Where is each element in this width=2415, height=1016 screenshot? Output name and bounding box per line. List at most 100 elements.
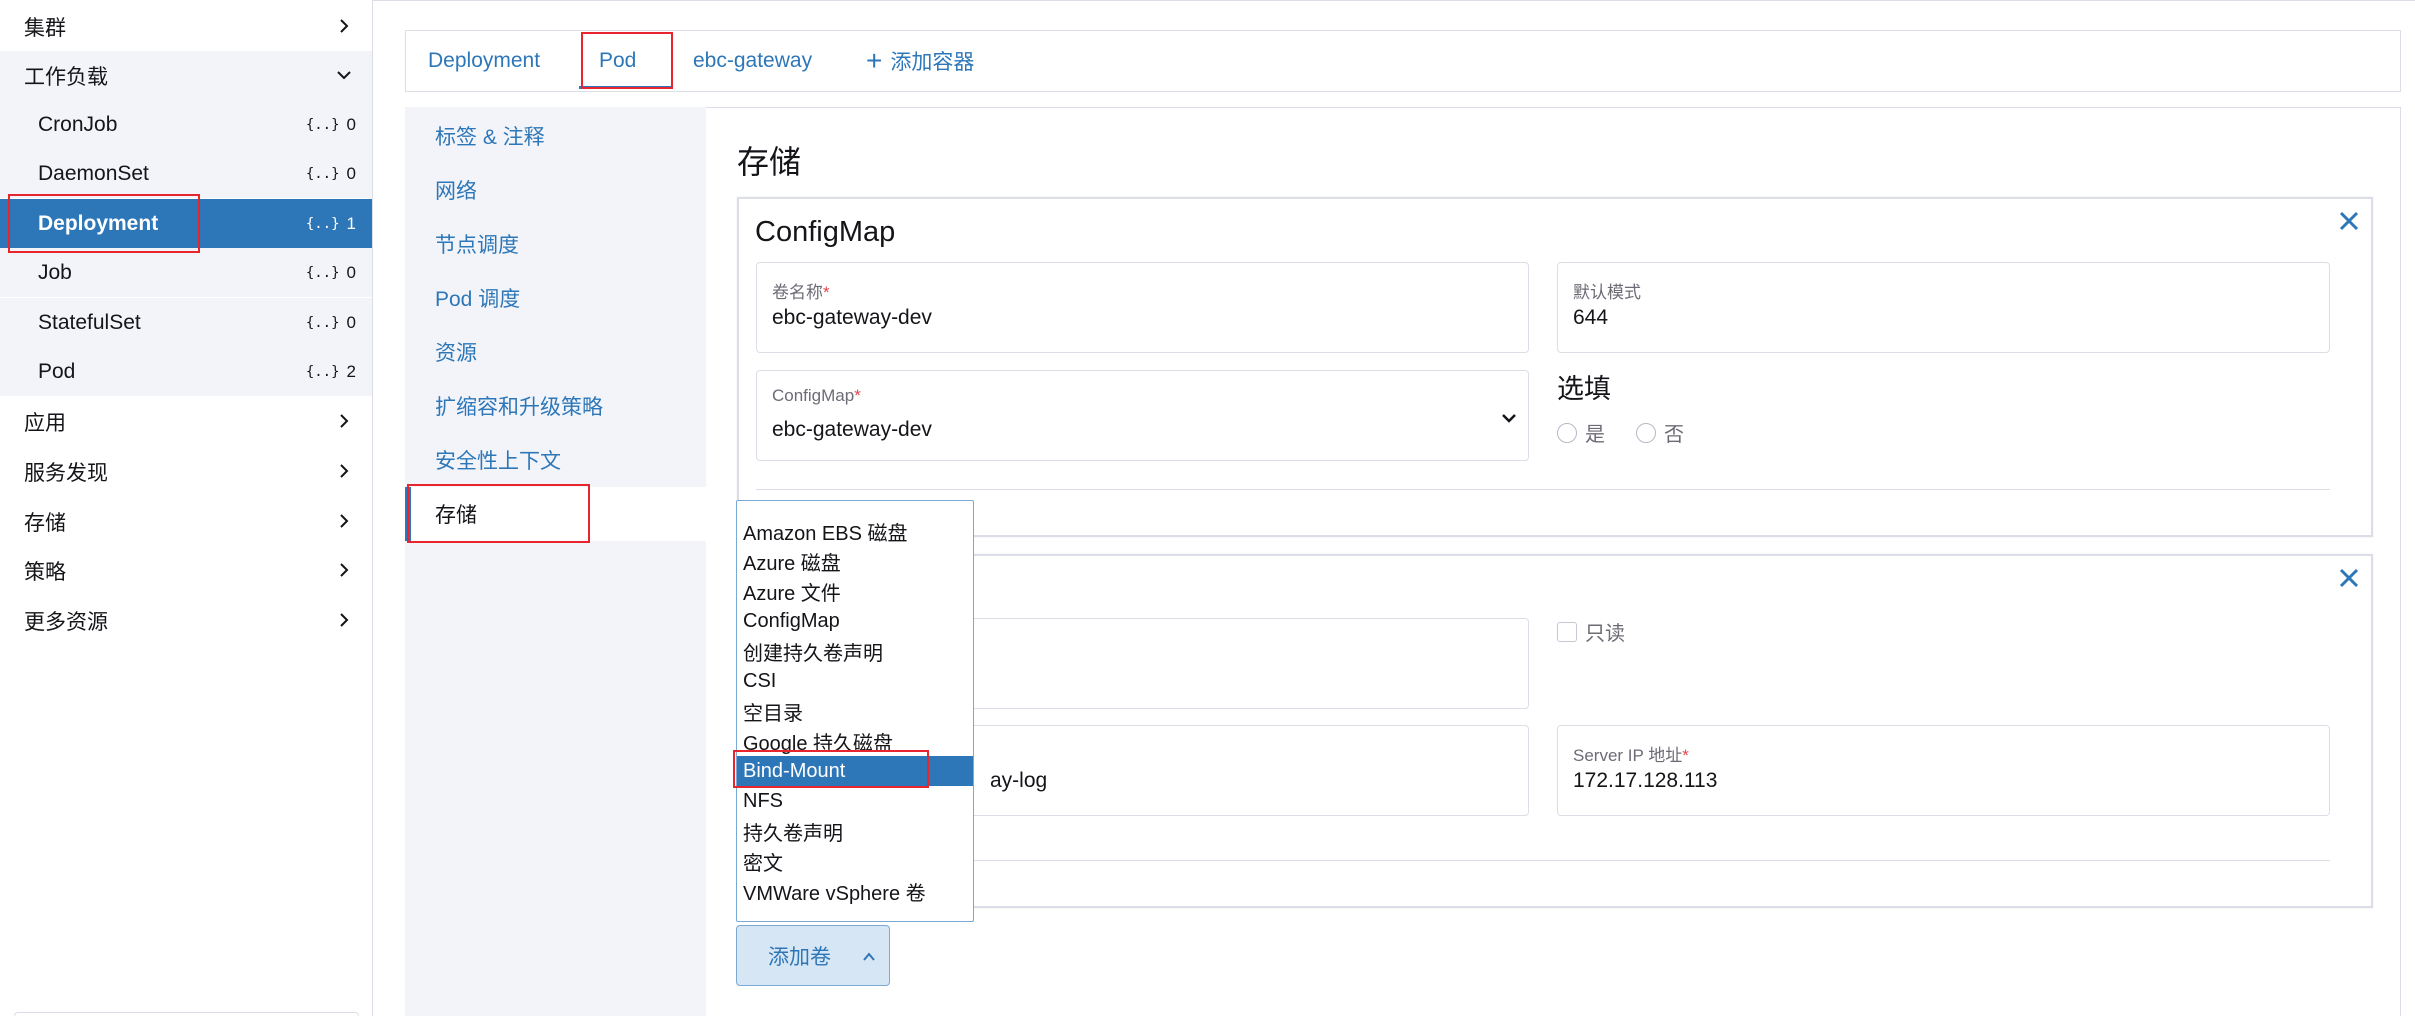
dropdown-option[interactable]: Azure 文件 <box>737 576 973 606</box>
resource-count: {..} 1 <box>305 213 356 233</box>
resource-count-icon: {..} <box>305 363 340 380</box>
sidebar-item-label: Pod <box>38 359 76 383</box>
volume-type-dropdown[interactable]: Amazon EBS 磁盘 Azure 磁盘 Azure 文件 ConfigMa… <box>736 500 974 922</box>
section-title: 存储 <box>737 144 802 180</box>
sidebar-item-policy[interactable]: 策略 <box>0 546 372 595</box>
chevron-down-icon <box>1500 409 1518 427</box>
resource-count: {..} 0 <box>305 163 356 183</box>
tab-deployment[interactable]: Deployment <box>428 31 540 91</box>
card-divider <box>756 860 2330 861</box>
sidebar-item-job[interactable]: Job {..} 0 <box>0 248 372 297</box>
dropdown-option[interactable]: 密文 <box>737 846 973 876</box>
dropdown-option[interactable]: NFS <box>737 786 973 816</box>
card-divider <box>756 489 2330 490</box>
resource-count: {..} 0 <box>305 262 356 282</box>
path-value: ay-log <box>990 769 1048 792</box>
sidebar-item-apps[interactable]: 应用 <box>0 397 372 446</box>
chevron-right-icon <box>334 511 354 531</box>
close-icon[interactable] <box>2337 566 2361 590</box>
sidebar-item-label: Deployment <box>38 211 159 235</box>
sidebar-item-label: 应用 <box>24 411 66 435</box>
sidebar-item-label: 更多资源 <box>24 610 108 634</box>
dropdown-option[interactable]: 持久卷声明 <box>737 816 973 846</box>
resource-count: {..} 2 <box>305 361 356 381</box>
dropdown-option[interactable]: 空目录 <box>737 696 973 726</box>
sidebar-item-deployment[interactable]: Deployment {..} 1 <box>0 199 372 248</box>
section-nav: 标签 & 注释 网络 节点调度 Pod 调度 资源 扩缩容和升级策略 安全性上下… <box>405 107 706 1016</box>
section-nav-labels[interactable]: 标签 & 注释 <box>405 109 706 163</box>
dropdown-option[interactable]: CSI <box>737 666 973 696</box>
sidebar-item-more-resources[interactable]: 更多资源 <box>0 596 372 645</box>
dropdown-option[interactable]: Google 持久磁盘 <box>737 726 973 756</box>
volume-card-configmap: ConfigMap 卷名称* ebc-gateway-dev 默认模式 644 … <box>737 197 2373 537</box>
resource-count-icon: {..} <box>305 264 340 281</box>
section-nav-storage[interactable]: 存储 <box>405 487 706 541</box>
sidebar-item-cluster[interactable]: 集群 <box>0 2 372 51</box>
chevron-right-icon <box>334 16 354 36</box>
optional-heading: 选填 <box>1557 374 1611 404</box>
readonly-checkbox[interactable]: 只读 <box>1557 617 1625 646</box>
section-nav-resources[interactable]: 资源 <box>405 325 706 379</box>
chevron-right-icon <box>334 560 354 580</box>
sidebar-item-daemonset[interactable]: DaemonSet {..} 0 <box>0 149 372 198</box>
tab-ebc-gateway[interactable]: ebc-gateway <box>693 31 812 91</box>
volume-name-field[interactable]: 卷名称* ebc-gateway-dev <box>756 262 1529 353</box>
dropdown-option[interactable]: 创建持久卷声明 <box>737 636 973 666</box>
server-ip-field[interactable]: Server IP 地址* 172.17.128.113 <box>1557 725 2330 816</box>
sidebar-item-label: 策略 <box>24 560 66 584</box>
dropdown-option-selected[interactable]: Bind-Mount <box>737 756 973 786</box>
resource-count-icon: {..} <box>305 116 340 133</box>
volume-name-value: ebc-gateway-dev <box>772 306 932 329</box>
sidebar-item-cronjob[interactable]: CronJob {..} 0 <box>0 100 372 149</box>
container-tabs: Deployment Pod ebc-gateway + 添加容器 <box>405 30 2401 92</box>
default-mode-field[interactable]: 默认模式 644 <box>1557 262 2330 353</box>
resource-count-icon: {..} <box>305 215 340 232</box>
active-tab-indicator <box>579 86 671 89</box>
sidebar-item-label: 工作负载 <box>24 65 108 89</box>
configmap-select[interactable]: ConfigMap* ebc-gateway-dev <box>756 370 1529 461</box>
default-mode-value: 644 <box>1573 306 1609 329</box>
sidebar-item-service-discovery[interactable]: 服务发现 <box>0 447 372 496</box>
optional-radio-no[interactable]: 否 <box>1636 418 1684 447</box>
sidebar-item-label: 存储 <box>24 511 66 535</box>
sidebar-item-workloads[interactable]: 工作负载 <box>0 51 372 100</box>
dropdown-option[interactable]: ConfigMap <box>737 606 973 636</box>
sidebar-item-storage[interactable]: 存储 <box>0 497 372 546</box>
resource-count: {..} 0 <box>305 114 356 134</box>
optional-radio-yes[interactable]: 是 <box>1557 418 1605 447</box>
chevron-right-icon <box>334 411 354 431</box>
top-border <box>373 0 2415 1</box>
sidebar-item-label: 服务发现 <box>24 461 108 485</box>
tab-pod[interactable]: Pod <box>599 31 636 91</box>
sidebar-item-statefulset[interactable]: StatefulSet {..} 0 <box>0 298 372 347</box>
volume-card-title: ConfigMap <box>755 216 896 248</box>
sidebar-item-label: CronJob <box>38 112 118 136</box>
add-volume-button[interactable]: 添加卷 <box>736 925 890 986</box>
resource-count: {..} 0 <box>305 312 356 332</box>
sidebar-item-label: StatefulSet <box>38 310 141 334</box>
plus-icon: + <box>866 45 883 76</box>
section-nav-pod-scheduling[interactable]: Pod 调度 <box>405 271 706 325</box>
volume-card-nfs: 只读 ay-log Server IP 地址* 172.17.128.113 <box>737 554 2373 908</box>
chevron-down-icon <box>334 65 354 85</box>
sidebar-item-label: 集群 <box>24 16 66 40</box>
chevron-up-icon <box>861 948 877 964</box>
close-icon[interactable] <box>2337 209 2361 233</box>
chevron-right-icon <box>334 461 354 481</box>
section-nav-scaling[interactable]: 扩缩容和升级策略 <box>405 379 706 433</box>
resource-count-icon: {..} <box>305 165 340 182</box>
sidebar-item-label: Job <box>38 260 72 284</box>
section-nav-network[interactable]: 网络 <box>405 163 706 217</box>
resource-count-icon: {..} <box>305 314 340 331</box>
sidebar-item-pod[interactable]: Pod {..} 2 <box>0 347 372 396</box>
configmap-select-value: ebc-gateway-dev <box>772 418 932 441</box>
dropdown-option[interactable]: VMWare vSphere 卷 <box>737 876 973 906</box>
section-nav-node-scheduling[interactable]: 节点调度 <box>405 217 706 271</box>
dropdown-option[interactable]: Amazon EBS 磁盘 <box>737 516 973 546</box>
sidebar-footer-edge <box>14 1012 359 1016</box>
section-nav-security-context[interactable]: 安全性上下文 <box>405 433 706 487</box>
server-ip-value: 172.17.128.113 <box>1573 769 1718 792</box>
chevron-right-icon <box>334 610 354 630</box>
add-container-button[interactable]: + 添加容器 <box>866 31 974 91</box>
dropdown-option[interactable]: Azure 磁盘 <box>737 546 973 576</box>
